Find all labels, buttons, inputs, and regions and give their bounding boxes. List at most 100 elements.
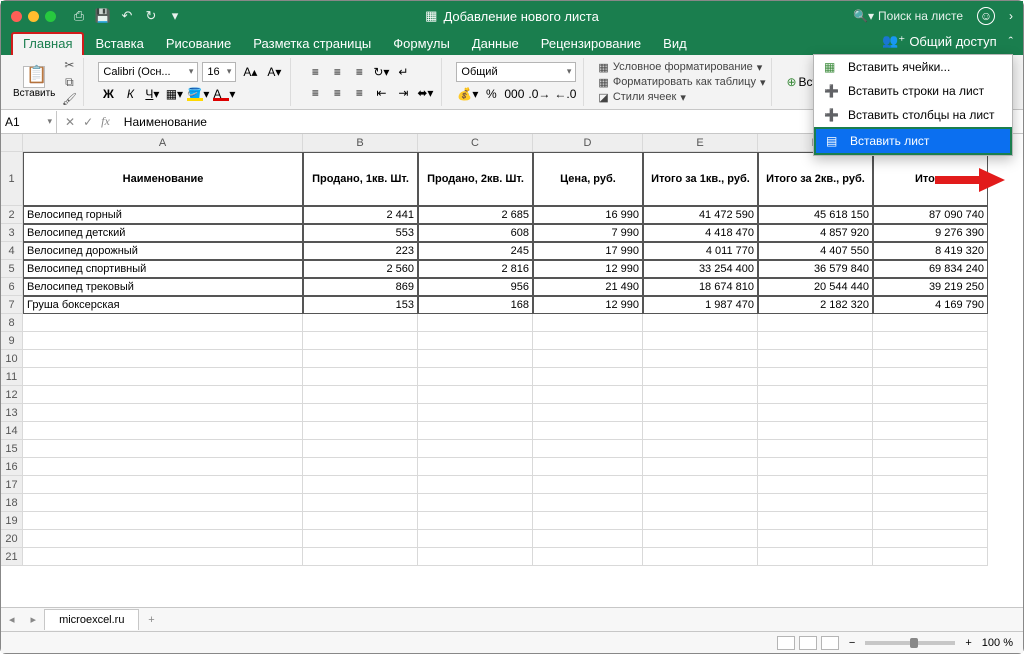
align-middle-icon[interactable]: ≡ <box>327 63 347 81</box>
cell-value[interactable]: 4 407 550 <box>758 242 873 260</box>
empty-cell[interactable] <box>303 548 418 566</box>
share-button[interactable]: 👥⁺ Общий доступ ˆ <box>882 33 1013 49</box>
cell-value[interactable]: 18 674 810 <box>643 278 758 296</box>
empty-cell[interactable] <box>873 440 988 458</box>
empty-cell[interactable] <box>23 476 303 494</box>
empty-cell[interactable] <box>873 314 988 332</box>
percent-icon[interactable]: % <box>481 85 501 103</box>
copy-icon[interactable]: ⧉ <box>61 75 77 89</box>
cell-value[interactable]: 2 560 <box>303 260 418 278</box>
empty-cell[interactable] <box>23 332 303 350</box>
empty-cell[interactable] <box>533 476 643 494</box>
empty-cell[interactable] <box>418 530 533 548</box>
cell-value[interactable]: 608 <box>418 224 533 242</box>
empty-cell[interactable] <box>23 548 303 566</box>
col-header-B[interactable]: B <box>303 134 418 152</box>
cell-value[interactable]: 21 490 <box>533 278 643 296</box>
empty-cell[interactable] <box>643 530 758 548</box>
empty-cell[interactable] <box>643 386 758 404</box>
empty-cell[interactable] <box>758 422 873 440</box>
cell-value[interactable]: 1 987 470 <box>643 296 758 314</box>
row-header-1[interactable]: 1 <box>1 152 23 206</box>
empty-cell[interactable] <box>533 314 643 332</box>
tab-вставка[interactable]: Вставка <box>84 32 154 55</box>
empty-cell[interactable] <box>758 368 873 386</box>
row-header-21[interactable]: 21 <box>1 548 23 566</box>
empty-cell[interactable] <box>758 512 873 530</box>
empty-cell[interactable] <box>873 548 988 566</box>
empty-cell[interactable] <box>873 530 988 548</box>
empty-cell[interactable] <box>303 350 418 368</box>
dd-insert-rows[interactable]: ➕Вставить строки на лист <box>814 79 1012 103</box>
align-center-icon[interactable]: ≡ <box>327 84 347 102</box>
empty-cell[interactable] <box>873 332 988 350</box>
empty-cell[interactable] <box>418 368 533 386</box>
decrease-decimal-icon[interactable]: ←.0 <box>553 85 577 103</box>
cell-value[interactable]: 4 857 920 <box>758 224 873 242</box>
row-header-13[interactable]: 13 <box>1 404 23 422</box>
tab-рецензирование[interactable]: Рецензирование <box>530 32 652 55</box>
empty-cell[interactable] <box>418 332 533 350</box>
empty-cell[interactable] <box>533 548 643 566</box>
tab-главная[interactable]: Главная <box>11 32 84 55</box>
cell-value[interactable]: 7 990 <box>533 224 643 242</box>
italic-button[interactable]: К <box>120 85 140 103</box>
empty-cell[interactable] <box>643 404 758 422</box>
orientation-icon[interactable]: ↻▾ <box>371 63 391 81</box>
empty-cell[interactable] <box>23 422 303 440</box>
spreadsheet-area[interactable]: ABCDEFG1НаименованиеПродано, 1кв. Шт.Про… <box>1 134 1023 628</box>
tab-формулы[interactable]: Формулы <box>382 32 461 55</box>
empty-cell[interactable] <box>418 314 533 332</box>
cancel-icon[interactable]: ✕ <box>65 115 75 129</box>
empty-cell[interactable] <box>758 548 873 566</box>
sheet-tab[interactable]: microexcel.ru <box>44 609 139 630</box>
cell-value[interactable]: 553 <box>303 224 418 242</box>
confirm-icon[interactable]: ✓ <box>83 115 93 129</box>
empty-cell[interactable] <box>758 332 873 350</box>
row-header-15[interactable]: 15 <box>1 440 23 458</box>
col-header-E[interactable]: E <box>643 134 758 152</box>
empty-cell[interactable] <box>418 512 533 530</box>
empty-cell[interactable] <box>533 530 643 548</box>
cell-value[interactable]: 9 276 390 <box>873 224 988 242</box>
zoom-value[interactable]: 100 % <box>982 637 1013 649</box>
cell-value[interactable]: 168 <box>418 296 533 314</box>
empty-cell[interactable] <box>873 494 988 512</box>
row-header-17[interactable]: 17 <box>1 476 23 494</box>
empty-cell[interactable] <box>758 494 873 512</box>
cell-value[interactable]: 17 990 <box>533 242 643 260</box>
increase-decimal-icon[interactable]: .0→ <box>527 85 551 103</box>
empty-cell[interactable] <box>23 386 303 404</box>
select-all-corner[interactable] <box>1 134 23 152</box>
empty-cell[interactable] <box>643 332 758 350</box>
empty-cell[interactable] <box>533 368 643 386</box>
empty-cell[interactable] <box>643 476 758 494</box>
empty-cell[interactable] <box>418 386 533 404</box>
cell-value[interactable]: 36 579 840 <box>758 260 873 278</box>
zoom-out-icon[interactable]: − <box>849 637 855 649</box>
dd-insert-columns[interactable]: ➕Вставить столбцы на лист <box>814 103 1012 127</box>
cell-name[interactable]: Груша боксерская <box>23 296 303 314</box>
empty-cell[interactable] <box>758 476 873 494</box>
currency-icon[interactable]: 💰▾ <box>456 85 479 103</box>
align-top-icon[interactable]: ≡ <box>305 63 325 81</box>
qat-more-icon[interactable]: ▾ <box>168 9 182 23</box>
cell-name[interactable]: Велосипед спортивный <box>23 260 303 278</box>
redo-icon[interactable]: ↻ <box>144 9 158 23</box>
empty-cell[interactable] <box>533 386 643 404</box>
conditional-formatting-button[interactable]: ▦Условное форматирование ▾ <box>598 61 765 74</box>
empty-cell[interactable] <box>758 440 873 458</box>
zoom-in-icon[interactable]: + <box>965 637 971 649</box>
empty-cell[interactable] <box>418 458 533 476</box>
name-box[interactable]: A1 <box>1 111 57 133</box>
cell-name[interactable]: Велосипед детский <box>23 224 303 242</box>
empty-cell[interactable] <box>533 440 643 458</box>
cell-value[interactable]: 4 011 770 <box>643 242 758 260</box>
empty-cell[interactable] <box>643 512 758 530</box>
underline-button[interactable]: Ч ▾ <box>142 85 162 103</box>
empty-cell[interactable] <box>533 404 643 422</box>
cell-value[interactable]: 39 219 250 <box>873 278 988 296</box>
empty-cell[interactable] <box>23 458 303 476</box>
empty-cell[interactable] <box>23 404 303 422</box>
empty-cell[interactable] <box>873 404 988 422</box>
